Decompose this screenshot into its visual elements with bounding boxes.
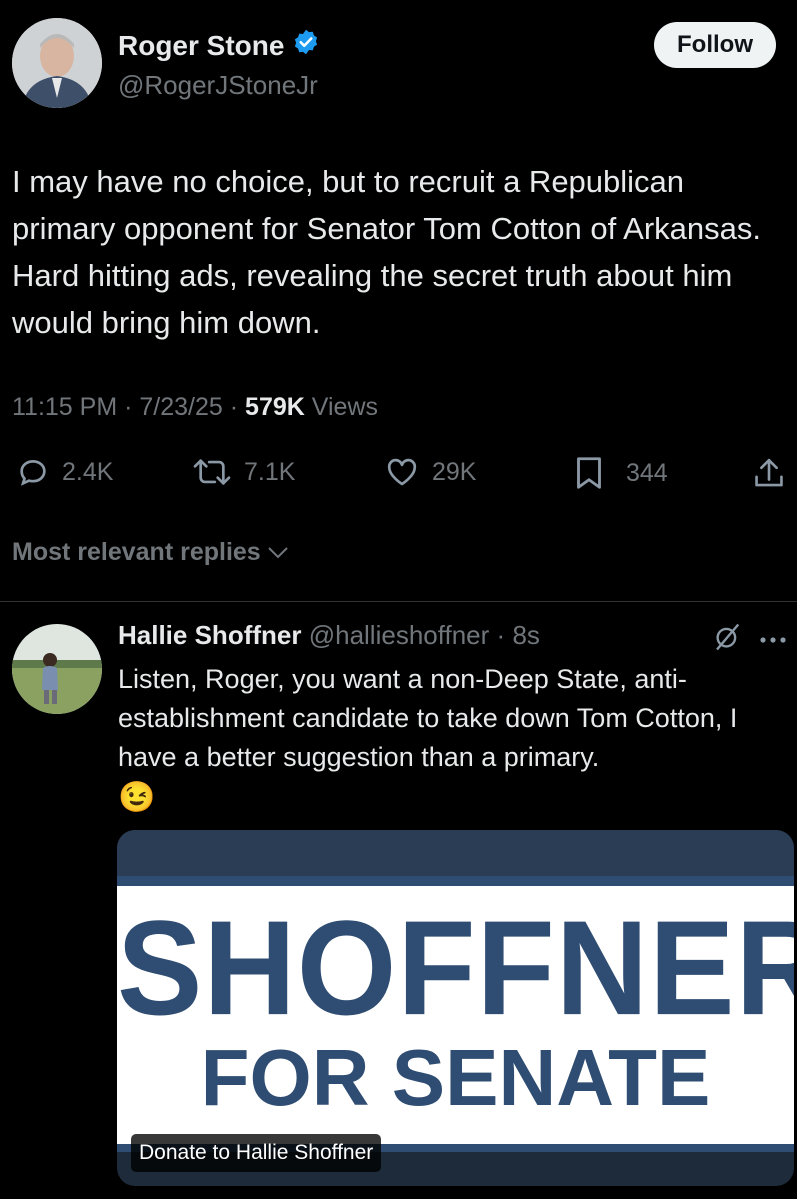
repost-button[interactable]: 7.1K [192, 455, 295, 489]
repost-icon [192, 455, 232, 489]
like-count: 29K [432, 457, 477, 486]
follow-button[interactable]: Follow [654, 22, 776, 68]
grok-icon[interactable] [712, 622, 742, 657]
reply-text: Listen, Roger, you want a non-Deep State… [118, 664, 738, 772]
bookmark-count: 344 [626, 458, 668, 487]
bookmark-button[interactable]: 344 [574, 455, 668, 491]
reply-author-name[interactable]: Hallie Shoffner [118, 620, 301, 650]
meta-separator: · [229, 393, 246, 421]
replies-sort-label: Most relevant replies [12, 538, 261, 566]
chevron-down-icon [267, 538, 289, 567]
share-button[interactable] [752, 456, 786, 497]
repost-count: 7.1K [244, 457, 296, 486]
reply-time[interactable]: 8s [512, 620, 539, 650]
card-caption[interactable]: Donate to Hallie Shoffner [131, 1134, 382, 1172]
heart-icon [384, 455, 420, 489]
tweet-date[interactable]: 7/23/25 [139, 393, 222, 421]
reply-author-handle[interactable]: @hallieshoffner [309, 620, 490, 650]
bookmark-icon [574, 455, 604, 491]
author-handle[interactable]: @RogerJStoneJr [118, 70, 318, 101]
like-button[interactable]: 29K [384, 455, 476, 489]
author-name[interactable]: Roger Stone [118, 28, 320, 63]
tweet-time[interactable]: 11:15 PM [12, 393, 117, 421]
reply-button[interactable]: 2.4K [16, 455, 113, 489]
views-count: 579K [245, 393, 305, 421]
reply-icon [16, 455, 50, 489]
reply-count: 2.4K [62, 457, 114, 486]
reply-header: Hallie Shoffner @hallieshoffner · 8s [118, 620, 540, 651]
reply-emoji: 😉 [118, 781, 156, 814]
meta-separator: · [124, 393, 140, 421]
card-stripe [117, 876, 794, 886]
card-headline: SHOFFNER [117, 893, 794, 1044]
card-top-band [117, 830, 794, 876]
author-avatar[interactable] [12, 18, 102, 108]
share-icon [752, 458, 786, 496]
tweet-meta: 11:15 PM · 7/23/25 · 579K Views [12, 393, 378, 422]
more-options-icon[interactable] [758, 632, 788, 650]
card-subline: FOR SENATE [200, 1033, 711, 1122]
reply-author-avatar[interactable] [12, 624, 102, 714]
replies-sort-dropdown[interactable]: Most relevant replies [12, 538, 289, 567]
tweet-text: I may have no choice, but to recruit a R… [12, 164, 761, 340]
author-name-text[interactable]: Roger Stone [118, 30, 284, 62]
meta-separator: · [496, 620, 506, 650]
views-label: Views [311, 393, 379, 421]
donation-card[interactable]: SHOFFNER FOR SENATE Donate to Hallie Sho… [117, 830, 794, 1186]
section-divider [0, 601, 797, 602]
card-banner: SHOFFNER FOR SENATE [117, 886, 794, 1144]
verified-badge-icon [292, 28, 320, 63]
